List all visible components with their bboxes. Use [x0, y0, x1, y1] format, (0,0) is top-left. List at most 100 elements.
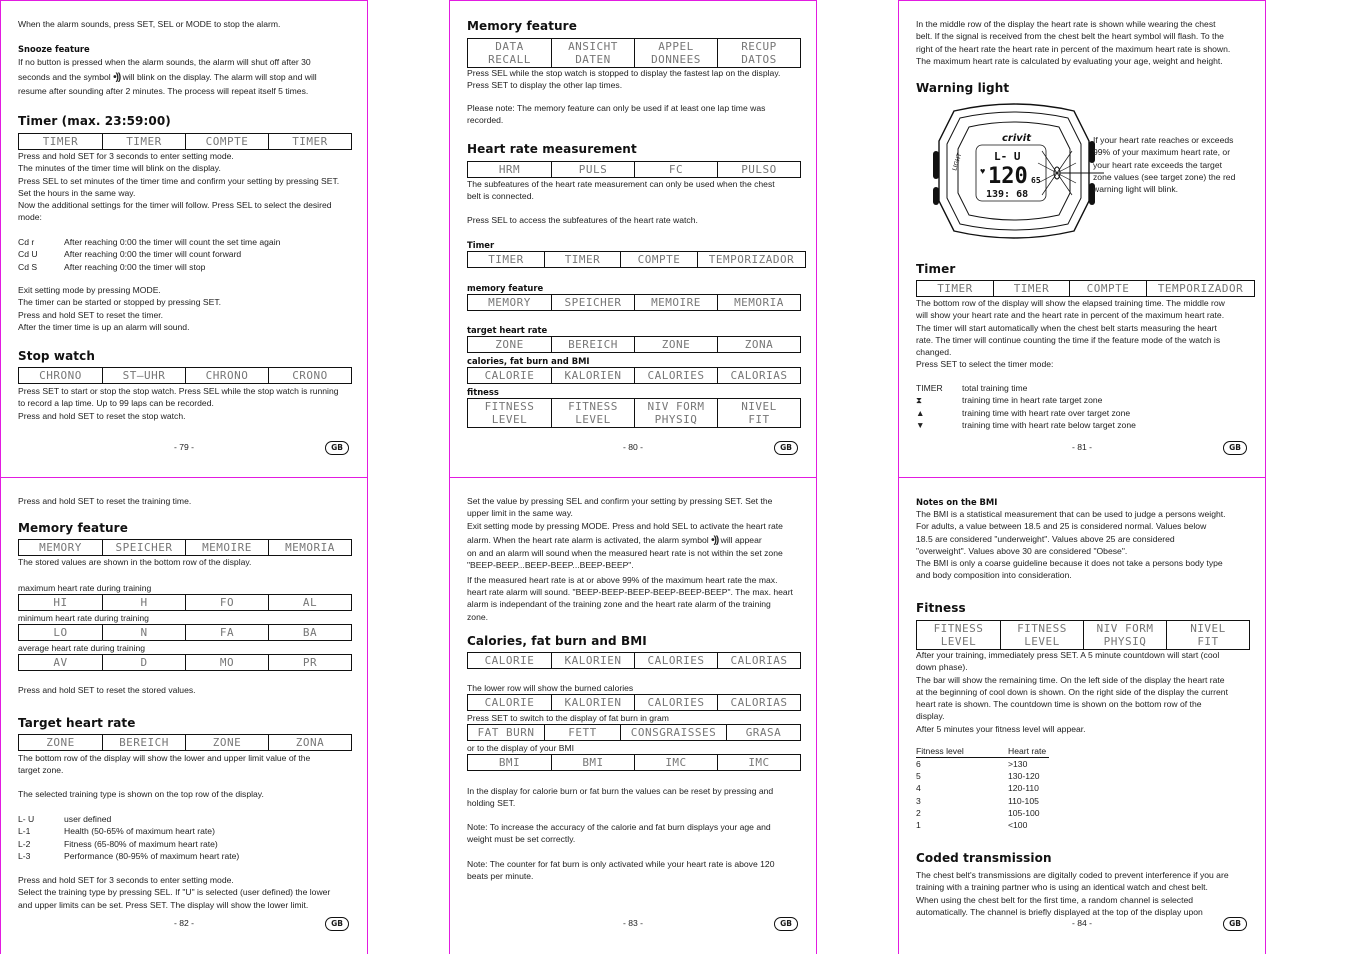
text-line: Press SET to select the timer mode:: [916, 359, 1054, 370]
lcd-cell: ST–UHR: [102, 368, 185, 383]
text-line: Press and hold SET to reset the timer.: [18, 309, 164, 320]
lcd-cell: ZONE: [634, 337, 717, 352]
memory-lcd-table: DATA RECALL ANSICHT DATEN APPEL DONNEES …: [467, 38, 801, 68]
level-desc: user defined: [64, 814, 112, 824]
lcd-cell: TIMER: [544, 252, 620, 267]
snooze-paragraph: If no button is pressed when the alarm s…: [18, 56, 352, 97]
list-item: L-3 Performance (80-95% of maximum heart …: [18, 850, 352, 862]
lcd-cell: MEMORIA: [717, 295, 800, 310]
text-line: 99% of your maximum heart rate, or: [1093, 147, 1231, 158]
lcd-cell: CALORIES: [634, 368, 717, 383]
list-item: Cd S After reaching 0:00 the timer will s…: [18, 261, 352, 273]
level-key: L-1: [18, 826, 31, 837]
lcd-cell: COMPTE: [1069, 281, 1146, 296]
table-cell: 105-100: [1008, 807, 1040, 818]
text-line: to record a lap time. Up to 99 laps can …: [18, 398, 214, 409]
table-row: 4 120-110: [916, 782, 1049, 794]
text-line: belt. If the signal is received from the…: [916, 31, 1224, 42]
text-line: Press SET to display the other lap times…: [467, 80, 623, 91]
page-number: - 83 -: [622, 918, 644, 928]
text-line: Press and hold SET for 3 seconds to ente…: [18, 151, 234, 161]
text-line: When using the chest belt for the first …: [916, 894, 1194, 905]
table-cell: 3: [916, 795, 921, 806]
lcd-cell: SPEICHER: [102, 540, 185, 555]
memory-note: Please note: The memory feature can only…: [467, 102, 801, 127]
target-hr-heading: Target heart rate: [18, 716, 136, 730]
hrm-access-text: Press SEL to access the subfeatures of t…: [467, 215, 698, 225]
lcd-cell: CALORIES: [634, 695, 717, 710]
list-item: L- U user defined: [18, 813, 352, 825]
text-line: The bar will show the remaining time. On…: [916, 674, 1225, 685]
text-line: In the display for calorie burn or fat b…: [467, 786, 774, 796]
page-number: - 79 -: [173, 442, 195, 452]
text-line: Select the training type by pressing SEL…: [18, 887, 331, 898]
target-hr-lcd: ZONE BEREICH ZONE ZONA: [18, 734, 352, 751]
table-cell: 2: [916, 807, 921, 818]
snooze-text: seconds and the symbol: [18, 72, 111, 83]
fitness-text: After your training, immediately press S…: [916, 649, 1250, 735]
lcd-cell: TIMER: [42, 135, 79, 148]
text-line: The timer can be started or stopped by p…: [18, 297, 222, 308]
page-number: - 80 -: [622, 442, 644, 452]
table-row: 5 130-120: [916, 770, 1049, 782]
text-line: zone.: [467, 611, 489, 622]
page-79: When the alarm sounds, press SET, SEL or…: [0, 0, 368, 478]
column-header: Heart rate: [1008, 745, 1049, 758]
triangle-down-icon: ▼: [916, 419, 925, 430]
bmi-lcd: BMI BMI IMC IMC: [467, 754, 801, 771]
text-line: your heart rate exceeds the target: [1093, 159, 1222, 170]
timer-mode-list: TIMER total training time ⧗ training time …: [916, 382, 1250, 431]
table-row: 3 110-105: [916, 795, 1049, 807]
lcd-cell: CALORIE: [484, 654, 535, 667]
hrm-instructions: The subfeatures of the heart rate measur…: [467, 178, 801, 203]
fitness-level-table: Fitness level Heart rate 6 >130 5 130-120 …: [916, 745, 1049, 831]
reset-text: In the display for calorie burn or fat b…: [467, 785, 801, 810]
lcd-cell: CALORIES: [634, 653, 717, 668]
timer-instructions: The bottom row of the display will show …: [916, 297, 1250, 371]
mode-desc: training time with heart rate over targe…: [962, 407, 1131, 418]
lcd-cell: CALORIAS: [717, 653, 800, 668]
lcd-cell: CHRONO: [185, 368, 268, 383]
table-cell: >130: [1008, 759, 1028, 769]
list-item: ▲ training time with heart rate over targ…: [916, 407, 1250, 419]
table-header-row: Fitness level Heart rate: [916, 745, 1049, 758]
avg-hr-lcd: AV D MO PR: [18, 654, 352, 671]
lcd-cell: PULSO: [717, 162, 800, 177]
alarm-stop-text: When the alarm sounds, press SET, SEL or…: [18, 19, 281, 29]
table-cell: 110-105: [1008, 795, 1039, 806]
lcd-cell: BEREICH: [551, 337, 634, 352]
lcd-cell: DATA RECALL: [488, 40, 531, 66]
text-line: and upper limits can be set. Press SET. …: [18, 899, 309, 910]
lcd-cell: PULS: [551, 162, 634, 177]
subfeature-fitness-lcd: FITNESS LEVEL FITNESS LEVEL NIV FORM PHY…: [467, 398, 801, 428]
lcd-cell: BMI: [551, 755, 634, 770]
lcd-cell: ZONA: [717, 337, 800, 352]
lcd-cell: D: [102, 655, 185, 670]
lcd-cell: MEMORY: [488, 296, 531, 309]
lcd-cell: MEMORIA: [268, 540, 351, 555]
level-desc: Health (50-65% of maximum heart rate): [64, 826, 215, 837]
text-line: and body composition into consideration.: [916, 570, 1072, 581]
text-line: will show your heart rate and the heart …: [916, 310, 1225, 321]
text-line: target zone.: [18, 765, 64, 776]
level-desc: Fitness (65-80% of maximum heart rate): [64, 838, 218, 849]
page-84: Notes on the BMI The BMI is a statistica…: [898, 477, 1266, 954]
lcd-cell: ZONE: [495, 338, 524, 351]
page-footer: - 84 - GB: [899, 917, 1265, 932]
text-line: display.: [916, 711, 945, 722]
text-line: Now the additional settings for the time…: [18, 200, 332, 211]
snooze-text: will blink on the display. The alarm wil…: [122, 72, 317, 83]
text-line: rate. The timer will continue counting t…: [916, 334, 1221, 345]
hrm-heading: Heart rate measurement: [467, 142, 637, 156]
heart-icon: ♥: [980, 166, 985, 176]
lcd-cell: CRONO: [268, 368, 351, 383]
page-number: - 81 -: [1071, 442, 1093, 452]
lcd-cell: APPEL DONNEES: [634, 39, 717, 67]
list-item: L-2 Fitness (65-80% of maximum heart rate…: [18, 838, 352, 850]
text-line: After 5 minutes your fitness level will …: [916, 723, 1086, 734]
fitness-heading: Fitness: [916, 601, 966, 615]
text-line: 18.5 are considered "underweight". Value…: [916, 533, 1175, 544]
table-cell: 4: [916, 783, 921, 794]
subfeature-label-calories: calories, fat burn and BMI: [467, 356, 590, 366]
table-cell: 1: [916, 820, 921, 831]
